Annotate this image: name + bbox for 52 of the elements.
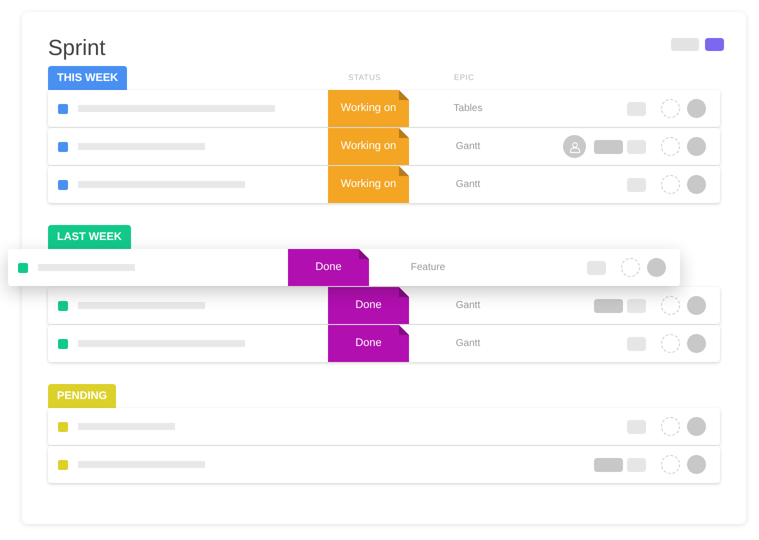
- empty-assignee-icon[interactable]: [661, 417, 680, 436]
- dragged-task-row[interactable]: Done Feature: [8, 249, 680, 286]
- tag-chip: [627, 298, 646, 312]
- tag-chip: [627, 178, 646, 192]
- status-tag[interactable]: Done: [288, 249, 369, 286]
- epic-label: Gantt: [454, 178, 482, 192]
- avatar-icon: [687, 296, 706, 315]
- empty-assignee-icon[interactable]: [661, 455, 680, 474]
- tag-chip: [627, 102, 646, 116]
- task-row[interactable]: [48, 446, 720, 483]
- epic-label: Gantt: [454, 337, 482, 351]
- epic-label: Tables: [452, 102, 484, 116]
- group-label[interactable]: PENDING: [48, 384, 116, 408]
- epic-label: Feature: [410, 261, 446, 275]
- tag-chip: [627, 140, 646, 154]
- task-row[interactable]: [48, 408, 720, 445]
- tag-chip: [627, 420, 646, 434]
- empty-assignee-icon[interactable]: [621, 258, 640, 277]
- column-header: STATUS: [347, 72, 382, 84]
- avatar-icon: [647, 258, 666, 277]
- tag-chip: [627, 336, 646, 350]
- status-tag[interactable]: Working on: [328, 90, 409, 127]
- group-label[interactable]: THIS WEEK: [48, 66, 128, 90]
- avatar-icon: [687, 175, 706, 194]
- status-tag[interactable]: Done: [328, 325, 409, 362]
- group-label[interactable]: LAST WEEK: [48, 225, 131, 249]
- view-toggle[interactable]: [671, 38, 699, 51]
- avatar-icon: [687, 137, 706, 156]
- task-row[interactable]: Done Gantt: [48, 325, 720, 362]
- view-toggle[interactable]: [705, 38, 724, 51]
- status-tag[interactable]: Done: [328, 287, 409, 324]
- epic-label: Gantt: [454, 299, 482, 313]
- task-row[interactable]: Working on Gantt: [48, 166, 720, 203]
- avatar-icon: [687, 417, 706, 436]
- empty-assignee-icon[interactable]: [661, 99, 680, 118]
- status-tag[interactable]: Working on: [328, 166, 409, 203]
- column-header: EPIC: [452, 72, 476, 84]
- tag-chip: [627, 458, 646, 472]
- task-row[interactable]: Working on Gantt: [48, 128, 720, 165]
- epic-label: Gantt: [454, 140, 482, 154]
- task-row[interactable]: Done Gantt: [48, 287, 720, 324]
- avatar-icon: [687, 455, 706, 474]
- empty-assignee-icon[interactable]: [661, 296, 680, 315]
- avatar-icon: [687, 99, 706, 118]
- empty-assignee-icon[interactable]: [661, 175, 680, 194]
- empty-assignee-icon[interactable]: [661, 334, 680, 353]
- tag-chip: [587, 260, 606, 274]
- avatar-icon: [687, 334, 706, 353]
- page-title: Sprint: [48, 34, 106, 62]
- empty-assignee-icon[interactable]: [661, 137, 680, 156]
- status-tag[interactable]: Working on: [328, 128, 409, 165]
- task-row[interactable]: Working on Tables: [48, 90, 720, 127]
